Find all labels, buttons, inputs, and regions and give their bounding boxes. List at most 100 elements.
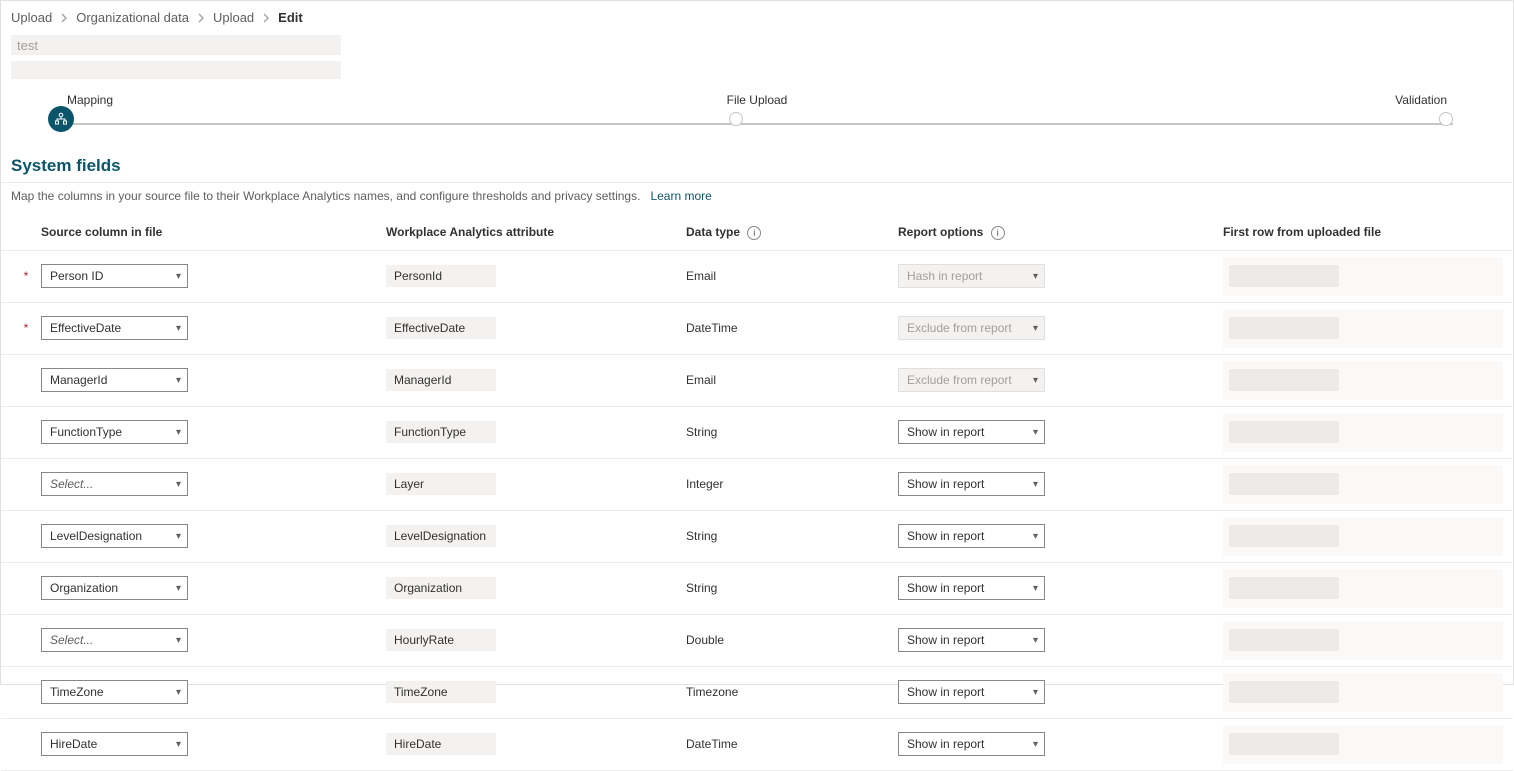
upload-description-input[interactable]: [11, 61, 341, 79]
first-row-preview: [1223, 361, 1503, 400]
attribute-chip: EffectiveDate: [386, 317, 496, 339]
source-column-dropdown[interactable]: Organization▾: [41, 576, 188, 600]
first-row-preview: [1223, 621, 1503, 660]
info-icon[interactable]: i: [991, 226, 1005, 240]
table-row: *Person ID▾PersonIdEmailHash in report▾: [1, 251, 1513, 303]
report-options-dropdown[interactable]: Show in report▾: [898, 732, 1045, 756]
table-row: Select...▾HourlyRateDoubleShow in report…: [1, 615, 1513, 667]
report-options-dropdown[interactable]: Show in report▾: [898, 628, 1045, 652]
breadcrumb: Upload Organizational data Upload Edit: [1, 1, 1513, 31]
attribute-chip: LevelDesignation: [386, 525, 496, 547]
report-options-dropdown: Exclude from report▾: [898, 368, 1045, 392]
preview-cell: [1229, 369, 1339, 391]
source-column-dropdown[interactable]: EffectiveDate▾: [41, 316, 188, 340]
col-header-source: Source column in file: [41, 225, 386, 239]
report-options-dropdown[interactable]: Show in report▾: [898, 472, 1045, 496]
attribute-chip: Layer: [386, 473, 496, 495]
table-row: Organization▾ Organization String Show in r…: [1, 563, 1513, 615]
source-column-dropdown[interactable]: FunctionType▾: [41, 420, 188, 444]
preview-cell: [1229, 733, 1339, 755]
data-type-label: String: [686, 425, 717, 439]
chevron-down-icon: ▾: [176, 323, 181, 334]
first-row-preview: [1223, 257, 1503, 296]
chevron-down-icon: ▾: [1033, 583, 1038, 594]
chevron-down-icon: ▾: [176, 739, 181, 750]
table-row: HireDate▾ HireDate DateTime Show in report▾: [1, 719, 1513, 771]
preview-cell: [1229, 473, 1339, 495]
step-node-mapping: [48, 106, 74, 132]
table-row: FunctionType▾FunctionTypeStringShow in r…: [1, 407, 1513, 459]
chevron-down-icon: ▾: [1033, 375, 1038, 386]
chevron-down-icon: ▾: [1033, 323, 1038, 334]
first-row-preview: [1223, 569, 1503, 608]
col-header-first-row: First row from uploaded file: [1223, 225, 1503, 239]
first-row-preview: [1223, 413, 1503, 452]
first-row-preview: [1223, 465, 1503, 504]
chevron-down-icon: ▾: [1033, 271, 1038, 282]
step-node-file-upload: [729, 112, 743, 126]
chevron-down-icon: ▾: [176, 531, 181, 542]
source-column-dropdown[interactable]: LevelDesignation▾: [41, 524, 188, 548]
upload-name-input[interactable]: test: [11, 35, 341, 55]
chevron-right-icon: [60, 13, 68, 23]
table-row: *EffectiveDate▾EffectiveDateDateTimeExcl…: [1, 303, 1513, 355]
data-type-label: String: [686, 529, 717, 543]
table-row: Select...▾ Layer Integer Show in report▾: [1, 459, 1513, 511]
source-column-dropdown[interactable]: HireDate▾: [41, 732, 188, 756]
section-heading: System fields: [1, 156, 1513, 183]
learn-more-link[interactable]: Learn more: [650, 189, 711, 203]
source-column-dropdown[interactable]: Select...▾: [41, 628, 188, 652]
chevron-down-icon: ▾: [176, 375, 181, 386]
breadcrumb-item[interactable]: Upload: [11, 10, 52, 25]
attribute-chip: Organization: [386, 577, 496, 599]
chevron-down-icon: ▾: [176, 687, 181, 698]
preview-cell: [1229, 629, 1339, 651]
progress-stepper: Mapping File Upload Validation: [61, 93, 1453, 138]
table-header: Source column in file Workplace Analytic…: [1, 219, 1513, 251]
chevron-right-icon: [197, 13, 205, 23]
step-node-validation: [1439, 112, 1453, 126]
required-mark: *: [11, 321, 41, 335]
step-label-mapping: Mapping: [67, 93, 527, 107]
intro-text: Map the columns in your source file to t…: [1, 189, 1513, 219]
data-type-label: DateTime: [686, 737, 738, 751]
first-row-preview: [1223, 309, 1503, 348]
col-header-report: Report options: [898, 225, 983, 239]
info-icon[interactable]: i: [747, 226, 761, 240]
chevron-down-icon: ▾: [176, 427, 181, 438]
breadcrumb-item[interactable]: Upload: [213, 10, 254, 25]
preview-cell: [1229, 577, 1339, 599]
required-mark: *: [11, 269, 41, 283]
data-type-label: Integer: [686, 477, 723, 491]
report-options-dropdown[interactable]: Show in report▾: [898, 576, 1045, 600]
breadcrumb-item[interactable]: Organizational data: [76, 10, 189, 25]
source-column-dropdown[interactable]: Person ID▾: [41, 264, 188, 288]
chevron-down-icon: ▾: [1033, 739, 1038, 750]
source-column-dropdown[interactable]: Select...▾: [41, 472, 188, 496]
attribute-chip: PersonId: [386, 265, 496, 287]
source-column-dropdown[interactable]: ManagerId▾: [41, 368, 188, 392]
step-label-file-upload: File Upload: [527, 93, 987, 107]
attribute-chip: ManagerId: [386, 369, 496, 391]
chevron-down-icon: ▾: [176, 271, 181, 282]
chevron-down-icon: ▾: [1033, 531, 1038, 542]
source-column-dropdown[interactable]: TimeZone▾: [41, 680, 188, 704]
col-header-attribute: Workplace Analytics attribute: [386, 225, 686, 239]
data-type-label: Double: [686, 633, 724, 647]
report-options-dropdown[interactable]: Show in report▾: [898, 524, 1045, 548]
data-type-label: String: [686, 581, 717, 595]
report-options-dropdown[interactable]: Show in report▾: [898, 420, 1045, 444]
table-row: LevelDesignation▾ LevelDesignation String S…: [1, 511, 1513, 563]
attribute-chip: HireDate: [386, 733, 496, 755]
sitemap-icon: [54, 112, 68, 126]
chevron-down-icon: ▾: [176, 583, 181, 594]
first-row-preview: [1223, 673, 1503, 712]
col-header-datatype: Data type: [686, 225, 740, 239]
first-row-preview: [1223, 517, 1503, 556]
table-row: TimeZone▾TimeZoneTimezoneShow in report▾: [1, 667, 1513, 719]
preview-cell: [1229, 525, 1339, 547]
preview-cell: [1229, 317, 1339, 339]
data-type-label: Email: [686, 269, 716, 283]
report-options-dropdown[interactable]: Show in report▾: [898, 680, 1045, 704]
step-label-validation: Validation: [987, 93, 1447, 107]
